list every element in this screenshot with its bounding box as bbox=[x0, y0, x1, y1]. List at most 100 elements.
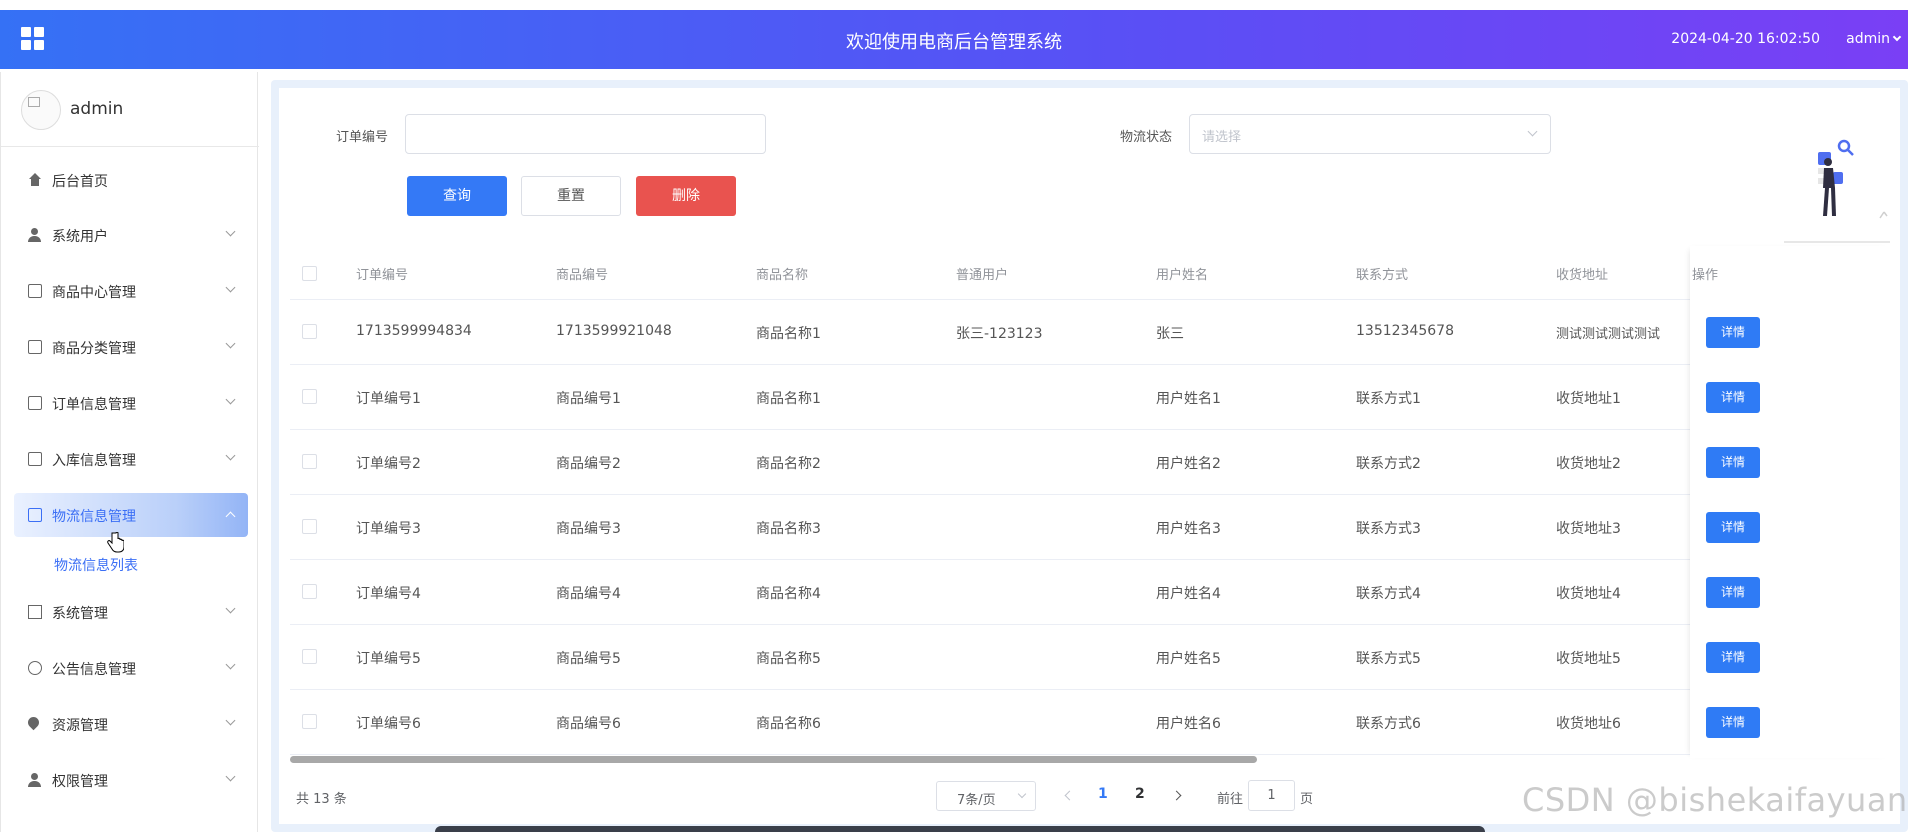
sidebar-item-label: 系统管理 bbox=[52, 606, 108, 622]
submenu-logistics-list[interactable]: 物流信息列表 bbox=[54, 555, 138, 575]
cell-contact: 联系方式2 bbox=[1356, 456, 1421, 472]
goto-label: 前往 bbox=[1217, 792, 1244, 807]
cell-user-name: 用户姓名5 bbox=[1156, 651, 1221, 667]
sidebar-username: admin bbox=[70, 99, 124, 119]
page-size-select[interactable]: 7条/页 bbox=[936, 781, 1036, 811]
row-checkbox[interactable] bbox=[302, 584, 317, 599]
sidebar-item-logistics[interactable]: 物流信息管理 bbox=[14, 493, 248, 537]
cell-product-name: 商品名称3 bbox=[756, 521, 821, 537]
delete-button[interactable]: 删除 bbox=[636, 176, 736, 216]
chevron-down-icon bbox=[225, 659, 236, 670]
avatar bbox=[21, 90, 61, 130]
user-icon bbox=[28, 228, 42, 242]
sidebar-item-orders[interactable]: 订单信息管理 bbox=[14, 381, 248, 425]
row-checkbox[interactable] bbox=[302, 714, 317, 729]
image-icon bbox=[28, 605, 42, 619]
box-icon bbox=[28, 396, 42, 410]
cell-product-name: 商品名称4 bbox=[756, 586, 821, 602]
cell-address: 收货地址2 bbox=[1556, 456, 1621, 472]
box-icon bbox=[28, 452, 42, 466]
row-checkbox[interactable] bbox=[302, 389, 317, 404]
sidebar-item-home[interactable]: 后台首页 bbox=[14, 158, 248, 202]
top-header: 欢迎使用电商后台管理系统 2024-04-20 16:02:50 admin bbox=[0, 10, 1908, 69]
cell-user-name: 用户姓名6 bbox=[1156, 716, 1221, 732]
cell-product-name: 商品名称5 bbox=[756, 651, 821, 667]
cell-contact: 联系方式1 bbox=[1356, 391, 1421, 407]
order-number-input[interactable] bbox=[405, 114, 766, 154]
header-user-dropdown[interactable]: admin bbox=[1846, 31, 1902, 47]
sidebar-user-panel: admin bbox=[1, 72, 259, 147]
search-illustration bbox=[1784, 139, 1890, 243]
home-icon bbox=[28, 173, 42, 187]
sidebar: admin 后台首页 系统用户 商品中心管理 商品分类管理 订单信息管理 入库信… bbox=[0, 72, 259, 832]
detail-button[interactable]: 详情 bbox=[1706, 382, 1760, 413]
horizontal-scrollbar[interactable] bbox=[290, 756, 1257, 763]
query-button[interactable]: 查询 bbox=[407, 176, 507, 216]
cell-user: 张三-123123 bbox=[956, 326, 1043, 342]
chevron-down-icon bbox=[1527, 126, 1538, 137]
col-header-order-no: 订单编号 bbox=[356, 268, 409, 283]
table-row: 订单编号4 商品编号4 商品名称4 用户姓名4 联系方式4 收货地址4 bbox=[290, 560, 1892, 625]
cell-user-name: 用户姓名2 bbox=[1156, 456, 1221, 472]
sidebar-item-permissions[interactable]: 权限管理 bbox=[14, 758, 248, 802]
select-all-checkbox[interactable] bbox=[302, 266, 317, 281]
sidebar-item-product-center[interactable]: 商品中心管理 bbox=[14, 269, 248, 313]
reset-button[interactable]: 重置 bbox=[521, 176, 621, 216]
col-header-actions: 操作 bbox=[1692, 268, 1719, 283]
detail-button[interactable]: 详情 bbox=[1706, 512, 1760, 543]
row-checkbox[interactable] bbox=[302, 519, 317, 534]
total-count: 共 13 条 bbox=[296, 792, 347, 807]
row-checkbox[interactable] bbox=[302, 324, 317, 339]
sidebar-item-system-users[interactable]: 系统用户 bbox=[14, 213, 248, 257]
row-checkbox[interactable] bbox=[302, 454, 317, 469]
sidebar-item-label: 物流信息管理 bbox=[52, 509, 136, 525]
col-header-product-name: 商品名称 bbox=[756, 268, 809, 283]
goto-page-input[interactable]: 1 bbox=[1248, 780, 1295, 811]
cell-address: 收货地址4 bbox=[1556, 586, 1621, 602]
table-header: 订单编号 商品编号 商品名称 普通用户 用户姓名 联系方式 收货地址 bbox=[290, 246, 1892, 300]
page-number-2[interactable]: 2 bbox=[1135, 786, 1145, 802]
sidebar-item-label: 订单信息管理 bbox=[52, 397, 136, 413]
cell-contact: 联系方式5 bbox=[1356, 651, 1421, 667]
cell-product-no: 商品编号2 bbox=[556, 456, 621, 472]
detail-button[interactable]: 详情 bbox=[1706, 447, 1760, 478]
detail-button[interactable]: 详情 bbox=[1706, 317, 1760, 348]
chevron-down-icon bbox=[225, 338, 236, 349]
detail-button[interactable]: 详情 bbox=[1706, 707, 1760, 738]
cell-order-no: 订单编号4 bbox=[356, 586, 421, 602]
detail-button[interactable]: 详情 bbox=[1706, 642, 1760, 673]
header-username: admin bbox=[1846, 31, 1890, 47]
col-header-product-no: 商品编号 bbox=[556, 268, 609, 283]
cell-user-name: 张三 bbox=[1156, 326, 1184, 342]
select-placeholder: 请选择 bbox=[1202, 130, 1242, 145]
order-number-label: 订单编号 bbox=[336, 130, 389, 145]
cell-address: 收货地址6 bbox=[1556, 716, 1621, 732]
logistics-status-select[interactable]: 请选择 bbox=[1189, 114, 1551, 154]
cell-address: 收货地址5 bbox=[1556, 651, 1621, 667]
sidebar-item-announcements[interactable]: 公告信息管理 bbox=[14, 646, 248, 690]
sidebar-item-system-manage[interactable]: 系统管理 bbox=[14, 590, 248, 634]
box-icon bbox=[28, 508, 42, 522]
sidebar-item-product-category[interactable]: 商品分类管理 bbox=[14, 325, 248, 369]
cell-user-name: 用户姓名3 bbox=[1156, 521, 1221, 537]
col-header-user-name: 用户姓名 bbox=[1156, 268, 1209, 283]
page-number-1[interactable]: 1 bbox=[1098, 786, 1108, 802]
cell-product-no: 商品编号4 bbox=[556, 586, 621, 602]
sidebar-item-inbound[interactable]: 入库信息管理 bbox=[14, 437, 248, 481]
bottom-scroll-bar bbox=[435, 826, 1485, 832]
logistics-status-label: 物流状态 bbox=[1120, 130, 1173, 145]
header-datetime: 2024-04-20 16:02:50 bbox=[1671, 31, 1820, 47]
table-row: 订单编号1 商品编号1 商品名称1 用户姓名1 联系方式1 收货地址1 bbox=[290, 365, 1892, 430]
row-checkbox[interactable] bbox=[302, 649, 317, 664]
detail-button[interactable]: 详情 bbox=[1706, 577, 1760, 608]
grid-menu-icon[interactable] bbox=[21, 27, 45, 51]
info-icon bbox=[28, 661, 42, 675]
sidebar-item-label: 商品中心管理 bbox=[52, 285, 136, 301]
cell-contact: 联系方式4 bbox=[1356, 586, 1421, 602]
sidebar-item-label: 系统用户 bbox=[52, 229, 108, 245]
chevron-up-icon bbox=[225, 511, 236, 522]
cell-order-no: 1713599994834 bbox=[356, 323, 472, 339]
sidebar-item-label: 入库信息管理 bbox=[52, 453, 136, 469]
cell-address: 测试测试测试测试 bbox=[1556, 327, 1661, 342]
sidebar-item-resources[interactable]: 资源管理 bbox=[14, 702, 248, 746]
